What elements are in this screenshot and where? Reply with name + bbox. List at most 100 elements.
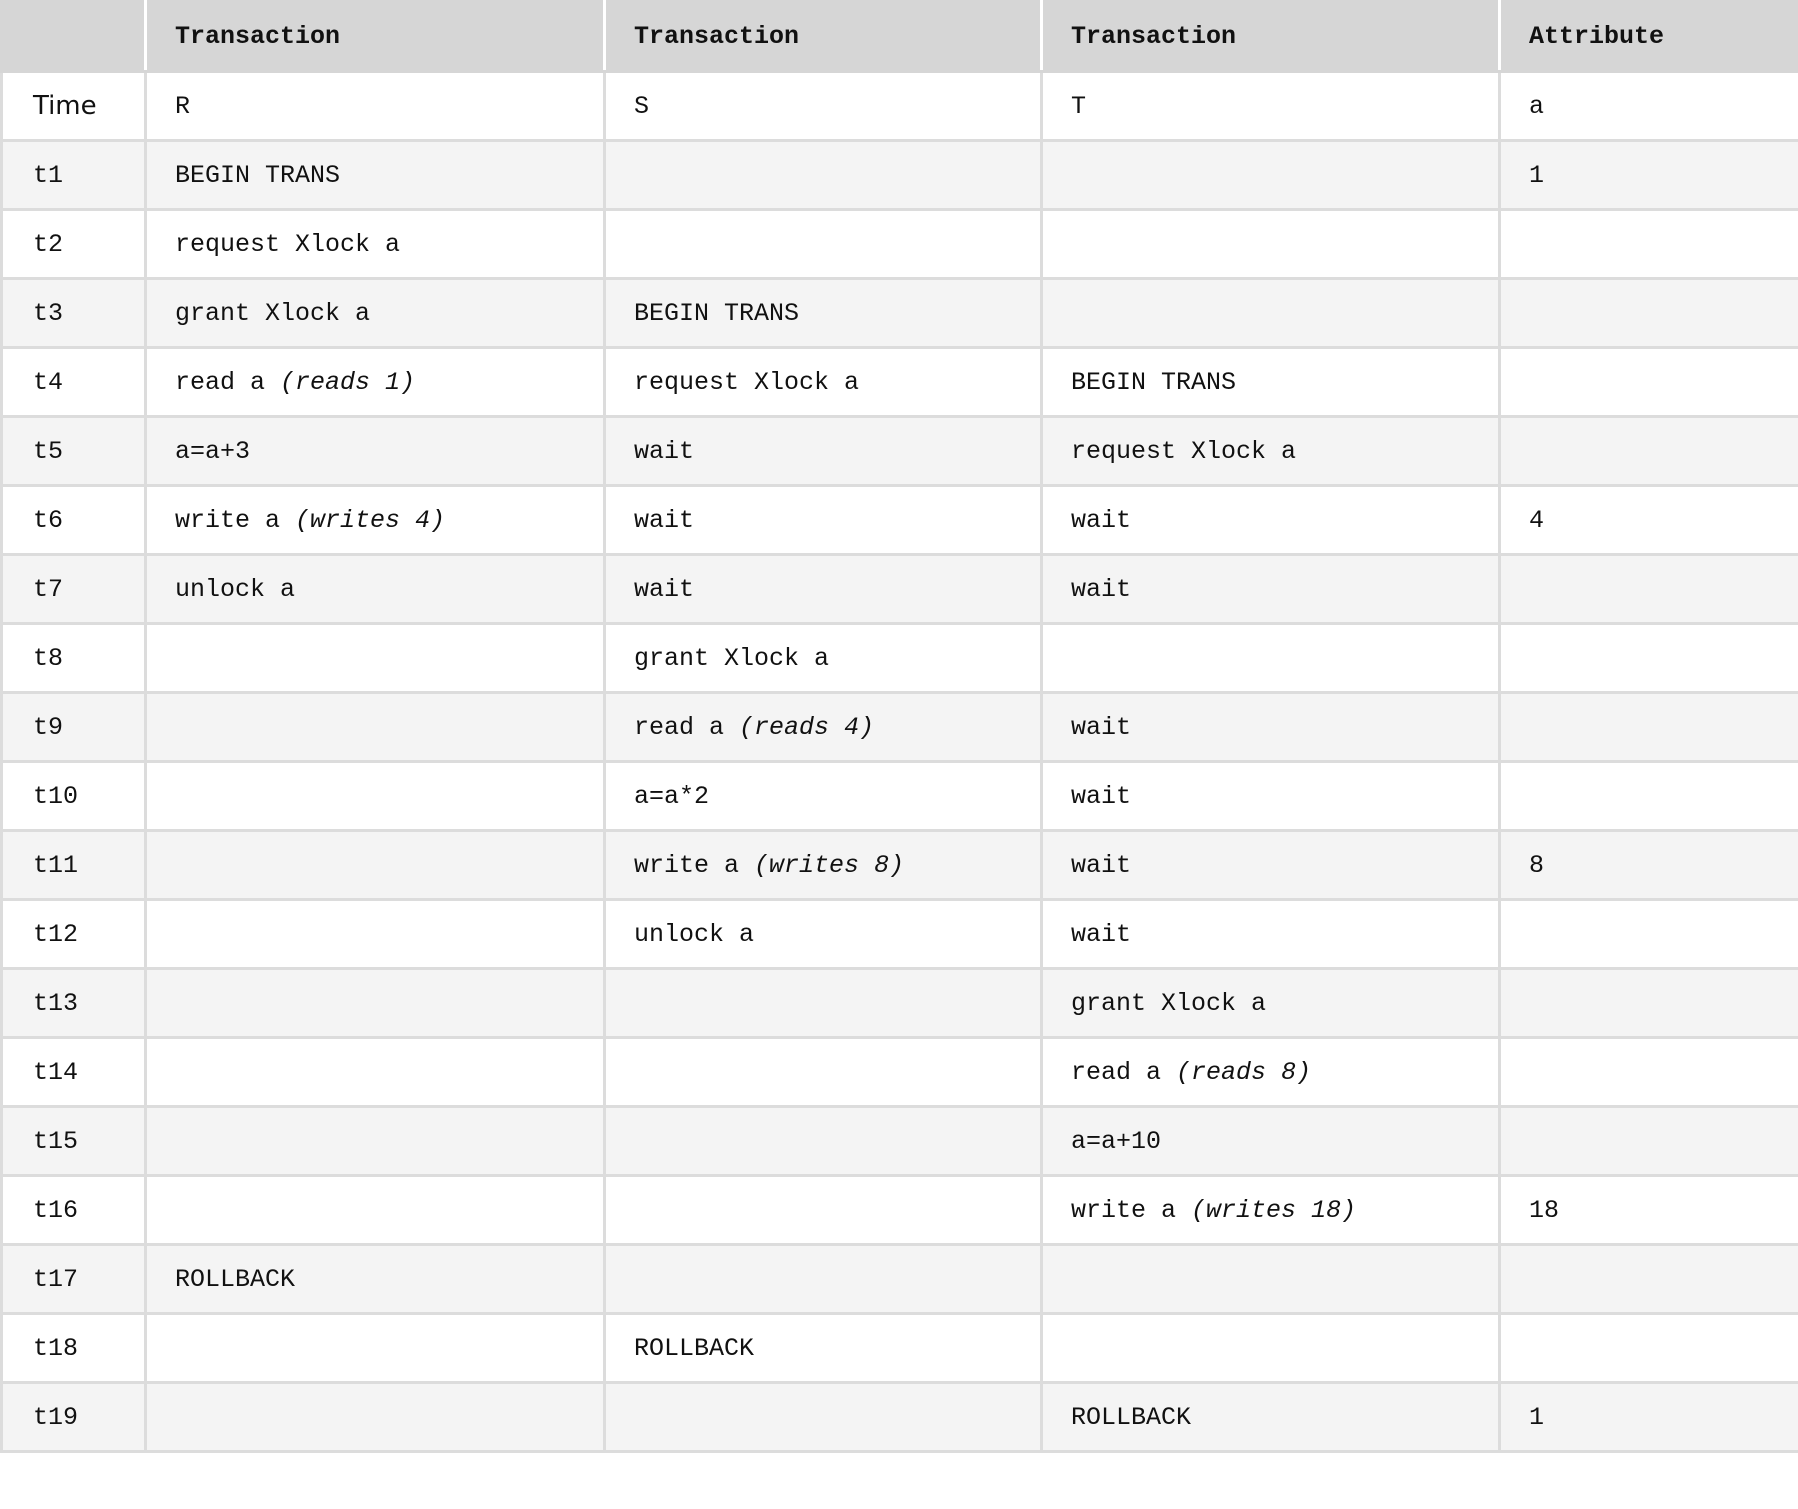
operation-text: a=a*2 xyxy=(634,781,710,811)
table-row: t8 grant Xlock a xyxy=(0,622,1798,694)
operation-text: wait xyxy=(634,505,695,535)
table-row: t15 a=a+10 xyxy=(0,1105,1798,1177)
attribute-value-cell: 1 xyxy=(1498,139,1798,211)
table-row: t9 read a (reads 4) wait xyxy=(0,691,1798,763)
attribute-value-cell xyxy=(1498,967,1798,1039)
table-row: t14 read a (reads 8) xyxy=(0,1036,1798,1108)
operation-cell-s xyxy=(603,1036,1043,1108)
operation-text: read a xyxy=(634,712,740,742)
operation-cell-r: read a (reads 1) xyxy=(144,346,606,418)
attribute-value-cell xyxy=(1498,1036,1798,1108)
operation-cell-t xyxy=(1040,1243,1501,1315)
operation-cell-s: wait xyxy=(603,553,1043,625)
operation-text: wait xyxy=(634,436,695,466)
header-transaction-s: Transaction xyxy=(603,0,1043,73)
time-label: Time xyxy=(0,70,147,142)
operation-cell-s: grant Xlock a xyxy=(603,622,1043,694)
attribute-value-cell xyxy=(1498,346,1798,418)
operation-text: grant Xlock a xyxy=(175,298,371,328)
operation-text: read a xyxy=(175,367,281,397)
table-row: t17 ROLLBACK xyxy=(0,1243,1798,1315)
header-attribute: Attribute xyxy=(1498,0,1798,73)
attribute-value-cell xyxy=(1498,1312,1798,1384)
operation-text: request Xlock a xyxy=(634,367,860,397)
operation-cell-r xyxy=(144,760,606,832)
operation-text: ROLLBACK xyxy=(175,1264,296,1294)
operation-cell-s: wait xyxy=(603,415,1043,487)
time-cell: t13 xyxy=(0,967,147,1039)
operation-cell-s: a=a*2 xyxy=(603,760,1043,832)
operation-cell-s xyxy=(603,1174,1043,1246)
time-cell: t7 xyxy=(0,553,147,625)
operation-cell-t xyxy=(1040,1312,1501,1384)
time-cell: t12 xyxy=(0,898,147,970)
operation-cell-t xyxy=(1040,277,1501,349)
operation-text: request Xlock a xyxy=(175,229,401,259)
operation-cell-r: unlock a xyxy=(144,553,606,625)
operation-text: write a xyxy=(175,505,296,535)
operation-cell-t: wait xyxy=(1040,484,1501,556)
operation-cell-r xyxy=(144,622,606,694)
attribute-value-cell: 8 xyxy=(1498,829,1798,901)
transaction-schedule-table: Transaction Transaction Transaction Attr… xyxy=(0,0,1798,1453)
table-row: t19 ROLLBACK 1 xyxy=(0,1381,1798,1453)
operation-cell-r xyxy=(144,691,606,763)
operation-text: ROLLBACK xyxy=(1071,1402,1192,1432)
operation-cell-t xyxy=(1040,208,1501,280)
operation-cell-t: BEGIN TRANS xyxy=(1040,346,1501,418)
operation-cell-r: grant Xlock a xyxy=(144,277,606,349)
operation-cell-s xyxy=(603,139,1043,211)
attribute-value-cell xyxy=(1498,898,1798,970)
operation-cell-t xyxy=(1040,139,1501,211)
operation-cell-t: grant Xlock a xyxy=(1040,967,1501,1039)
attribute-value-cell xyxy=(1498,415,1798,487)
time-cell: t6 xyxy=(0,484,147,556)
operation-text: wait xyxy=(1071,574,1132,604)
time-cell: t14 xyxy=(0,1036,147,1108)
operation-text: grant Xlock a xyxy=(634,643,830,673)
time-cell: t5 xyxy=(0,415,147,487)
operation-cell-t: read a (reads 8) xyxy=(1040,1036,1501,1108)
time-cell: t2 xyxy=(0,208,147,280)
table-row: t18 ROLLBACK xyxy=(0,1312,1798,1384)
operation-text: write a xyxy=(1071,1195,1192,1225)
time-cell: t15 xyxy=(0,1105,147,1177)
operation-cell-s xyxy=(603,967,1043,1039)
attribute-value-cell: 4 xyxy=(1498,484,1798,556)
operation-cell-s xyxy=(603,1105,1043,1177)
operation-text: wait xyxy=(1071,850,1132,880)
operation-text: wait xyxy=(1071,919,1132,949)
attribute-value-cell xyxy=(1498,553,1798,625)
attribute-value-cell xyxy=(1498,277,1798,349)
header-row: Transaction Transaction Transaction Attr… xyxy=(0,0,1798,73)
table-row: t1 BEGIN TRANS 1 xyxy=(0,139,1798,211)
operation-cell-r: BEGIN TRANS xyxy=(144,139,606,211)
table-body: Time R S T a t1 BEGIN TRANS 1 t2 request Xlo… xyxy=(0,70,1798,1453)
operation-cell-r xyxy=(144,1312,606,1384)
time-cell: t8 xyxy=(0,622,147,694)
operation-note: (writes 4) xyxy=(295,505,446,535)
table-row: t2 request Xlock a xyxy=(0,208,1798,280)
operation-cell-r xyxy=(144,1174,606,1246)
transaction-name-s: S xyxy=(603,70,1043,142)
operation-text: unlock a xyxy=(634,919,755,949)
attribute-value-cell xyxy=(1498,622,1798,694)
time-cell: t4 xyxy=(0,346,147,418)
operation-cell-r xyxy=(144,1381,606,1453)
operation-cell-t: wait xyxy=(1040,553,1501,625)
table-row: t5 a=a+3 wait request Xlock a xyxy=(0,415,1798,487)
table-row: t3 grant Xlock a BEGIN TRANS xyxy=(0,277,1798,349)
table-row: t16 write a (writes 18) 18 xyxy=(0,1174,1798,1246)
operation-note: (reads 8) xyxy=(1176,1057,1312,1087)
attribute-value-cell xyxy=(1498,760,1798,832)
time-cell: t3 xyxy=(0,277,147,349)
operation-cell-t: ROLLBACK xyxy=(1040,1381,1501,1453)
operation-cell-t: request Xlock a xyxy=(1040,415,1501,487)
attribute-value-cell xyxy=(1498,1243,1798,1315)
operation-text: a=a+10 xyxy=(1071,1126,1162,1156)
operation-cell-r xyxy=(144,1036,606,1108)
operation-cell-t: wait xyxy=(1040,691,1501,763)
operation-cell-t xyxy=(1040,622,1501,694)
operation-note: (reads 4) xyxy=(739,712,875,742)
table-row: t10 a=a*2 wait xyxy=(0,760,1798,832)
